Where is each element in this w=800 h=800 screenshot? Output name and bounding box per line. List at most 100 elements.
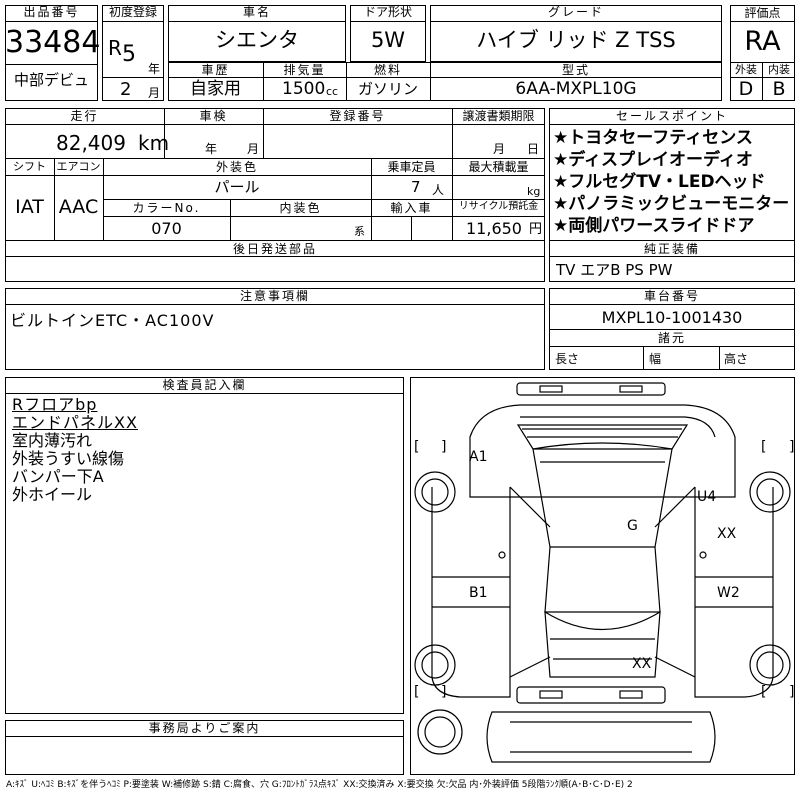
door-type-label: ドア形状 — [363, 5, 412, 19]
mileage: 82,409 — [56, 131, 126, 155]
notes-label: 注意事項欄 — [239, 289, 310, 303]
grade-label: グレード — [547, 5, 604, 19]
vehicle-name-label: 車名 — [242, 5, 271, 19]
sales-point-item: ★トヨタセーフティセンス — [553, 128, 753, 148]
inspector-line: 外装うすい線傷 — [12, 449, 125, 468]
bracket-right-rear-close: ] — [789, 684, 795, 700]
interior-grade: B — [772, 78, 786, 100]
capacity-label: 乗車定員 — [387, 160, 436, 174]
specs-label: 諸元 — [657, 331, 686, 345]
inspection-label: 車検 — [199, 109, 228, 123]
aircon-label: エアコン — [56, 160, 101, 173]
vehicle-name: シエンタ — [215, 28, 299, 52]
sales-point-item: ★フルセグTV・LEDヘッド — [553, 172, 766, 192]
exterior-grade: D — [738, 78, 754, 100]
inspector-label: 検査員記入欄 — [162, 378, 247, 392]
mileage-label: 走行 — [70, 109, 99, 123]
height-label: 高さ — [724, 352, 749, 366]
model-label: 型式 — [561, 63, 590, 77]
year-unit: 年 — [148, 62, 161, 76]
bracket-left-rear-close: ] — [441, 684, 447, 700]
legend: A:ｷｽﾞ U:ﾍｺﾐ B:ｷｽﾞを伴うﾍｺﾐ P:要塗装 W:補修跡 S:錆 … — [6, 780, 633, 790]
bracket-left-front: [ — [414, 439, 420, 455]
inspector-line: 外ホイール — [12, 485, 93, 504]
inspection-month-unit: 月 — [247, 142, 260, 156]
mileage-unit: km — [138, 131, 170, 155]
model-code: 6AA-MXPL10G — [515, 79, 637, 99]
history-label: 車歴 — [201, 63, 230, 77]
inspector-line: エンドパネルXX — [12, 413, 138, 432]
max-load-label: 最大積載量 — [468, 160, 529, 174]
transfer-month-unit: 月 — [493, 142, 506, 156]
score: RA — [744, 26, 781, 57]
inspection-year-unit: 年 — [205, 142, 218, 156]
car-outline — [414, 382, 791, 763]
later-parts-label: 後日発送部品 — [232, 242, 317, 256]
capacity-unit: 人 — [432, 183, 445, 197]
bracket-right-front-close: ] — [789, 439, 795, 455]
registration-number-label: 登録番号 — [329, 109, 386, 123]
inspector-line: Rフロアbp — [12, 395, 98, 414]
recycle-deposit-unit: 円 — [529, 222, 543, 237]
office-label: 事務局よりご案内 — [148, 721, 261, 735]
damage-mark-u4: U4 — [697, 489, 717, 505]
damage-mark-w2: W2 — [717, 585, 740, 601]
transfer-day-unit: 日 — [527, 142, 540, 156]
bracket-right-rear: [ — [761, 684, 767, 700]
month-unit: 月 — [148, 86, 161, 100]
interior-color-label: 内装色 — [279, 201, 322, 215]
sales-points-label: セールスポイント — [615, 109, 728, 123]
color-number: 070 — [151, 219, 182, 238]
first-registration-label: 初度登録 — [108, 5, 157, 19]
bracket-left-front-close: ] — [441, 439, 447, 455]
chassis-number: MXPL10-1001430 — [601, 308, 743, 327]
exterior-color: パール — [214, 178, 260, 196]
width-label: 幅 — [649, 352, 662, 366]
inspector-line: バンパー下A — [12, 467, 104, 486]
damage-mark-xx-right-front: XX — [717, 526, 737, 542]
exterior-color-label: 外装色 — [215, 160, 258, 174]
grade: ハイブ リッド Z TSS — [476, 28, 676, 52]
chassis-number-label: 車台番号 — [643, 289, 700, 303]
bracket-left-rear: [ — [414, 684, 420, 700]
interior-label: 内装 — [768, 63, 790, 76]
damage-mark-b1: B1 — [469, 585, 488, 601]
color-number-label: カラーNo. — [132, 201, 201, 215]
displacement-label: 排気量 — [283, 63, 326, 77]
first-reg-year: 5 — [122, 42, 136, 67]
bracket-right-front: [ — [761, 439, 767, 455]
damage-mark-g: G — [627, 518, 638, 534]
damage-mark-a1: A1 — [469, 449, 488, 465]
aircon: AAC — [58, 196, 99, 218]
max-load-unit: kg — [527, 185, 541, 198]
import-label: 輸入車 — [390, 201, 433, 215]
length-label: 長さ — [555, 352, 580, 366]
score-label: 評価点 — [744, 6, 781, 20]
sales-point-item: ★パノラミックビューモニター — [553, 194, 790, 214]
notes: ビルトインETC・AC100V — [10, 311, 215, 330]
fuel: ガソリン — [357, 80, 418, 98]
shift-label: シフト — [13, 160, 46, 173]
recycle-deposit-label: リサイクル預託金 — [458, 201, 539, 212]
history: 自家用 — [190, 79, 241, 99]
era-letter: R — [108, 36, 122, 60]
exterior-label: 外装 — [735, 63, 757, 76]
damage-mark-xx-rear: XX — [632, 656, 652, 672]
lot-number-label: 出品番号 — [23, 5, 80, 19]
recycle-deposit: 11,650 — [466, 219, 522, 238]
first-reg-month: 2 — [120, 79, 132, 100]
capacity: 7 — [411, 178, 421, 196]
inspector-line: 室内薄汚れ — [12, 431, 93, 450]
door-type: 5W — [370, 28, 406, 52]
sales-point-item: ★両側パワースライドドア — [553, 216, 755, 236]
shift: IAT — [15, 196, 44, 218]
equipment-label: 純正装備 — [643, 242, 700, 256]
transfer-deadline-label: 譲渡書類期限 — [462, 109, 535, 123]
sales-point-item: ★ディスプレイオーディオ — [553, 150, 753, 170]
venue-name: 中部デビュ — [13, 71, 89, 89]
displacement-unit: cc — [326, 85, 339, 98]
interior-color-unit: 系 — [354, 225, 365, 238]
equipment: TV エアB PS PW — [556, 261, 673, 279]
displacement: 1500 — [282, 79, 326, 99]
fuel-label: 燃料 — [373, 63, 402, 77]
